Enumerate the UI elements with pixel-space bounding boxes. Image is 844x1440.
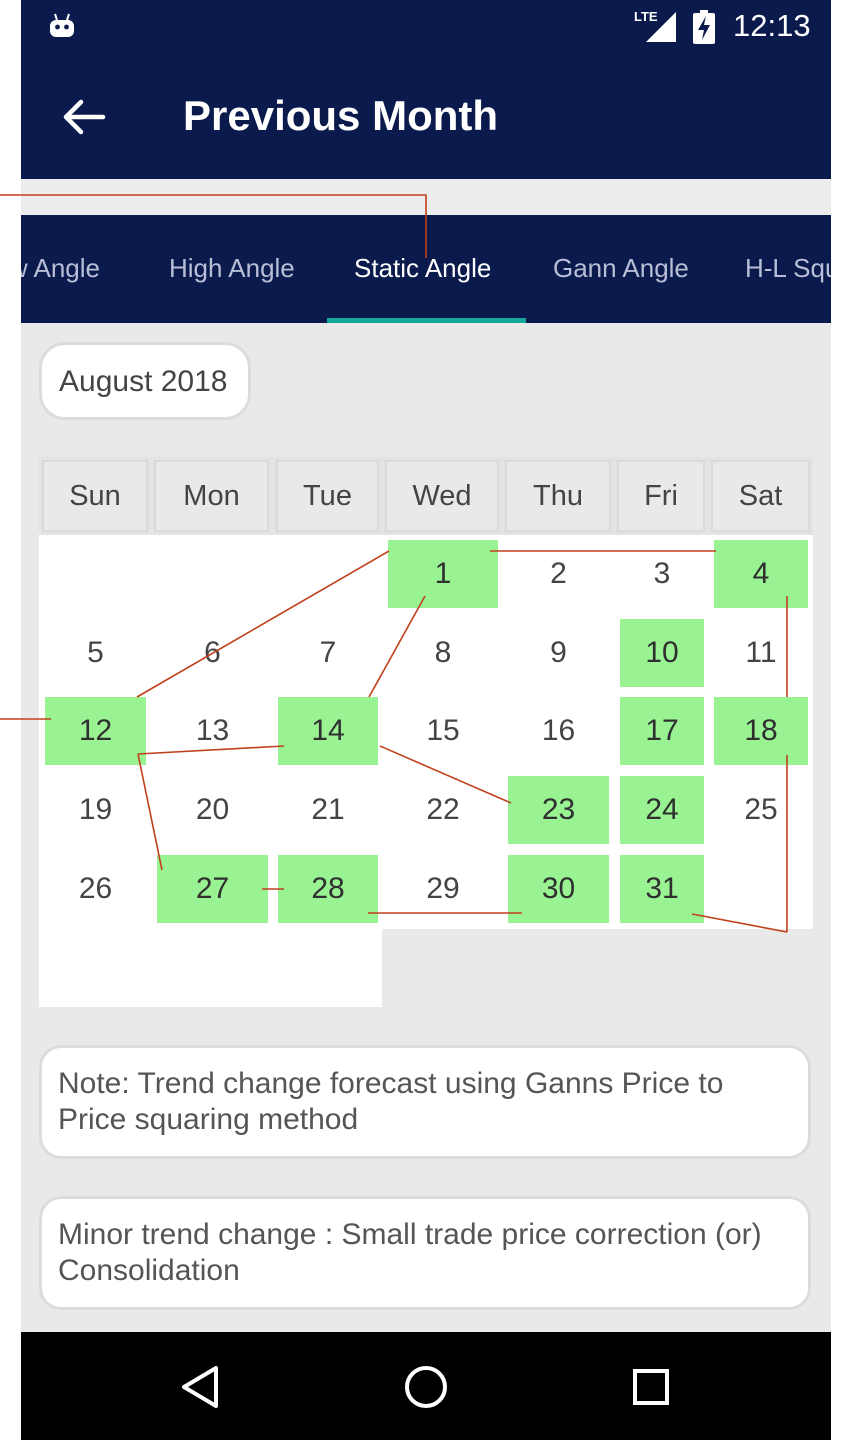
calendar-day: 16 xyxy=(541,714,576,747)
tab-static-angle[interactable]: Static Angle xyxy=(354,253,491,284)
tab-low-angle[interactable]: Low Angle xyxy=(21,253,100,284)
note-card-minor-trend: Minor trend change : Small trade price c… xyxy=(39,1196,811,1310)
weekday-sun: Sun xyxy=(42,460,148,532)
clock-time: 12:13 xyxy=(733,8,811,43)
calendar-day: 13 xyxy=(195,714,230,747)
app-bar: Previous Month xyxy=(21,56,831,179)
note-card-method: Note: Trend change forecast using Ganns … xyxy=(39,1045,811,1159)
tab-high-angle[interactable]: High Angle xyxy=(169,253,295,284)
calendar-day-highlighted[interactable]: 14 xyxy=(278,697,378,765)
weekday-wed: Wed xyxy=(385,460,499,532)
calendar-day: 15 xyxy=(426,714,460,747)
calendar-day-highlighted[interactable]: 23 xyxy=(508,776,609,844)
calendar-day: 29 xyxy=(426,872,460,905)
weekday-tue: Tue xyxy=(276,460,379,532)
battery-charging-icon xyxy=(693,10,715,44)
calendar-day-highlighted[interactable]: 28 xyxy=(278,855,378,923)
arrow-left-icon[interactable] xyxy=(59,92,109,142)
weekday-thu: Thu xyxy=(505,460,611,532)
calendar-day: 3 xyxy=(653,557,671,590)
top-spacer xyxy=(21,179,831,215)
calendar-day: 19 xyxy=(78,793,113,826)
triangle-back-icon[interactable] xyxy=(176,1362,226,1412)
calendar-day-highlighted[interactable]: 18 xyxy=(714,697,808,765)
square-recents-icon[interactable] xyxy=(626,1362,676,1412)
calendar-day: 2 xyxy=(550,557,567,590)
calendar-day: 25 xyxy=(744,793,778,826)
calendar-day-highlighted[interactable]: 17 xyxy=(620,697,704,765)
active-tab-indicator xyxy=(327,318,526,323)
month-label: August 2018 xyxy=(59,365,228,398)
calendar-day: 11 xyxy=(745,636,777,669)
note-minor-trend-text: Minor trend change : Small trade price c… xyxy=(58,1218,762,1287)
calendar-day-highlighted[interactable]: 4 xyxy=(714,540,808,608)
calendar-day: 22 xyxy=(426,793,460,826)
signal-icon xyxy=(646,12,676,42)
calendar-day-highlighted[interactable]: 27 xyxy=(157,855,268,923)
weekday-fri: Fri xyxy=(617,460,705,532)
calendar-day-highlighted[interactable]: 31 xyxy=(620,855,704,923)
calendar-day: 5 xyxy=(87,636,104,669)
calendar-grid-tail xyxy=(39,929,382,1007)
calendar: Sun Mon Tue Wed Thu Fri Sat 1 2 3 4 5 6 7 8 9 10 11 12 13 14… xyxy=(39,457,813,1007)
calendar-day: 21 xyxy=(311,793,345,826)
month-selector[interactable]: August 2018 xyxy=(39,342,251,420)
calendar-day-highlighted[interactable]: 12 xyxy=(45,697,146,765)
note-method-text: Note: Trend change forecast using Ganns … xyxy=(58,1067,724,1136)
calendar-day-highlighted[interactable]: 10 xyxy=(620,619,704,687)
tab-bar: Low Angle High Angle Static Angle Gann A… xyxy=(21,215,831,323)
circle-home-icon[interactable] xyxy=(401,1362,451,1412)
calendar-day-highlighted[interactable]: 1 xyxy=(388,540,498,608)
android-debug-icon xyxy=(50,13,74,37)
calendar-day: 9 xyxy=(550,636,567,669)
weekday-mon: Mon xyxy=(154,460,269,532)
status-bar: LTE 12:13 xyxy=(21,0,831,56)
calendar-day: 8 xyxy=(434,636,452,669)
page-title: Previous Month xyxy=(183,92,499,139)
calendar-day: 26 xyxy=(78,872,113,905)
tab-gann-angle[interactable]: Gann Angle xyxy=(553,253,689,284)
calendar-day-highlighted[interactable]: 24 xyxy=(620,776,704,844)
weekday-sat: Sat xyxy=(711,460,810,532)
app-screen: LTE 12:13 Previous Month Low Angle High … xyxy=(21,0,831,1440)
system-nav-bar xyxy=(21,1332,831,1440)
tab-hl-square[interactable]: H-L Square xyxy=(745,253,831,284)
calendar-day-highlighted[interactable]: 30 xyxy=(508,855,609,923)
calendar-day: 7 xyxy=(319,636,337,669)
calendar-day: 20 xyxy=(195,793,230,826)
calendar-day: 6 xyxy=(204,636,221,669)
